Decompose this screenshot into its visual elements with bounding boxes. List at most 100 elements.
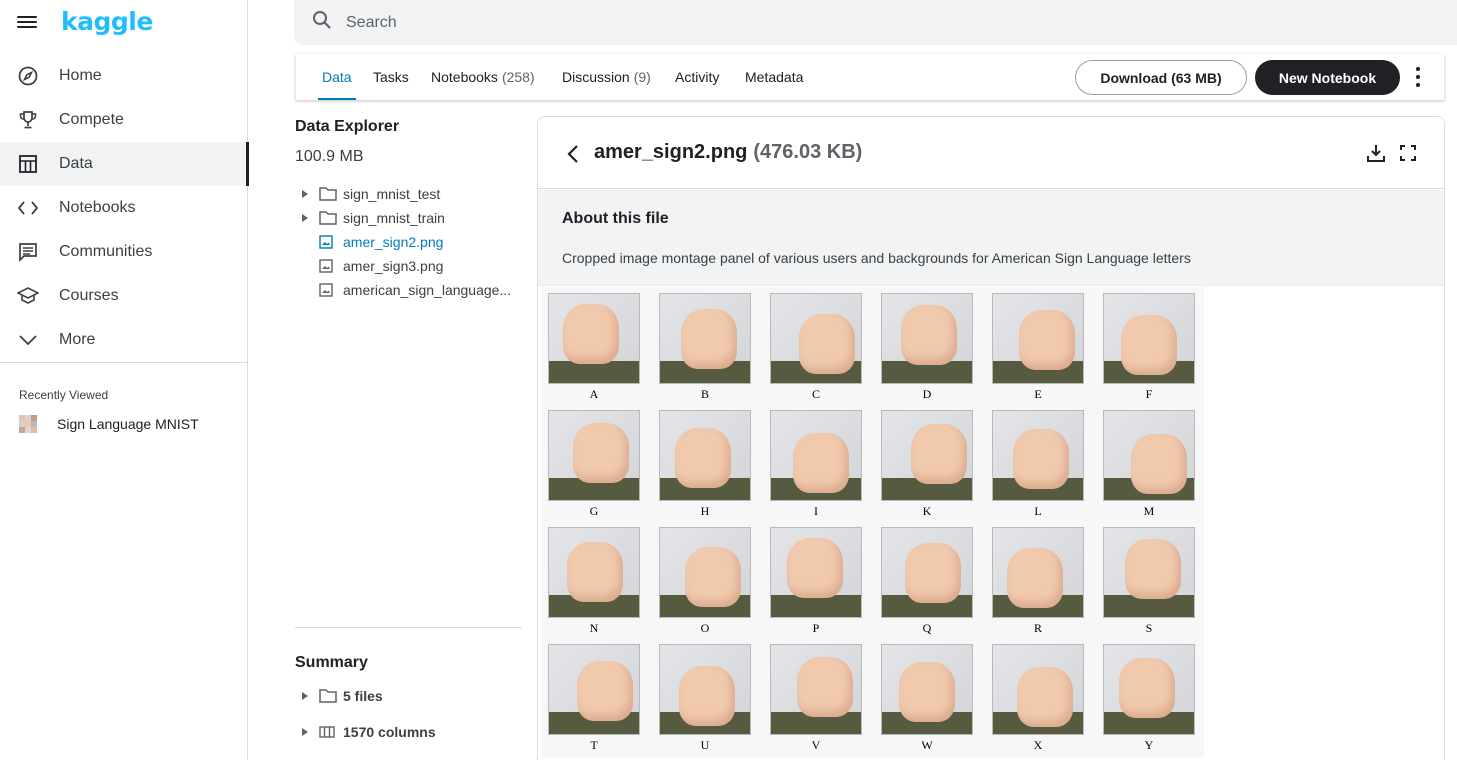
file-tree-item[interactable]: sign_mnist_train	[295, 206, 523, 230]
letter-label: W	[921, 738, 933, 752]
montage-cell: S	[1103, 527, 1195, 635]
hand-sign-image	[770, 527, 862, 618]
kaggle-logo[interactable]: kaggle	[61, 7, 153, 36]
file-tree-item[interactable]: amer_sign3.png	[295, 254, 523, 278]
tab-label: Tasks	[373, 69, 409, 85]
tab-count: (258)	[501, 69, 535, 85]
back-arrow-icon[interactable]	[566, 144, 582, 164]
montage-cell: U	[659, 644, 751, 752]
montage-cell: W	[881, 644, 973, 752]
letter-label: O	[700, 621, 710, 635]
hand-sign-image	[770, 293, 862, 384]
montage-cell: B	[659, 293, 751, 401]
letter-label: C	[811, 387, 820, 401]
hand-sign-image	[548, 527, 640, 618]
caret-right-icon[interactable]	[297, 728, 313, 736]
menu-icon[interactable]	[17, 13, 37, 31]
montage-cell: F	[1103, 293, 1195, 401]
tab-notebooks[interactable]: Notebooks (258)	[431, 54, 535, 100]
sidebar-item-compete[interactable]: Compete	[0, 98, 248, 142]
montage-cell: E	[992, 293, 1084, 401]
file-tree-item[interactable]: american_sign_language...	[295, 278, 523, 302]
caret-right-icon[interactable]	[297, 214, 313, 222]
file-preview-panel: amer_sign2.png (476.03 KB) About this fil…	[537, 116, 1445, 760]
hand-sign-image	[770, 410, 862, 501]
image-file-icon	[319, 283, 337, 297]
fullscreen-icon[interactable]	[1400, 145, 1418, 163]
more-options-icon[interactable]	[1412, 67, 1424, 87]
compass-icon	[17, 65, 39, 87]
summary-files-label: 5 files	[343, 688, 383, 704]
left-sidebar: kaggle Home Compete Data Notebooks Commu…	[0, 0, 249, 760]
chevron-down-icon	[17, 329, 39, 351]
search-bar[interactable]	[294, 0, 1457, 45]
sidebar-item-data[interactable]: Data	[0, 142, 249, 186]
sidebar-divider	[0, 362, 247, 363]
file-tree-item-selected[interactable]: amer_sign2.png	[295, 230, 523, 254]
caret-right-icon[interactable]	[297, 190, 313, 198]
tab-label: Notebooks	[431, 69, 498, 85]
hand-sign-image	[1103, 527, 1195, 618]
montage-cell: M	[1103, 410, 1195, 518]
school-icon	[17, 285, 39, 307]
tab-count: (9)	[633, 69, 651, 85]
sidebar-item-label: Communities	[59, 243, 153, 260]
hand-sign-image	[770, 644, 862, 735]
tab-tasks[interactable]: Tasks	[373, 54, 409, 100]
tab-discussion[interactable]: Discussion (9)	[562, 54, 651, 100]
montage-cell: D	[881, 293, 973, 401]
download-button[interactable]: Download (63 MB)	[1075, 60, 1247, 95]
search-icon	[312, 10, 332, 35]
download-icon[interactable]	[1367, 144, 1387, 164]
sidebar-item-label: Home	[59, 67, 102, 84]
new-notebook-button[interactable]: New Notebook	[1255, 60, 1400, 95]
tab-activity[interactable]: Activity	[675, 54, 719, 100]
montage-cell: Y	[1103, 644, 1195, 752]
hand-sign-image	[659, 527, 751, 618]
recent-item[interactable]: Sign Language MNIST	[19, 415, 199, 433]
file-tree-item[interactable]: sign_mnist_test	[295, 182, 523, 206]
sidebar-item-label: Courses	[59, 287, 119, 304]
about-file-section: About this file Cropped image montage pa…	[538, 190, 1444, 286]
hand-sign-image	[881, 293, 973, 384]
sidebar-item-communities[interactable]: Communities	[0, 230, 248, 274]
sidebar-item-home[interactable]: Home	[0, 54, 248, 98]
summary-columns-row[interactable]: 1570 columns	[295, 714, 523, 750]
hand-sign-image	[548, 293, 640, 384]
caret-right-icon[interactable]	[297, 692, 313, 700]
summary-columns-label: 1570 columns	[343, 724, 436, 740]
comments-icon	[17, 241, 39, 263]
letter-label: U	[700, 738, 710, 752]
file-tree-label: sign_mnist_train	[343, 210, 445, 226]
sidebar-item-more[interactable]: More	[0, 318, 248, 362]
hand-sign-image	[659, 410, 751, 501]
hand-sign-image	[992, 410, 1084, 501]
sidebar-item-notebooks[interactable]: Notebooks	[0, 186, 248, 230]
about-file-title: About this file	[562, 210, 669, 227]
tab-label: Activity	[675, 69, 720, 85]
letter-label: R	[1033, 621, 1042, 635]
search-input[interactable]	[346, 13, 946, 32]
hand-sign-image	[992, 527, 1084, 618]
tab-label: Metadata	[745, 69, 804, 85]
image-file-icon	[319, 235, 337, 249]
montage-cell: A	[548, 293, 640, 401]
tab-label: Discussion	[562, 69, 630, 85]
image-file-icon	[319, 259, 337, 273]
recent-item-label: Sign Language MNIST	[57, 416, 199, 432]
sidebar-item-courses[interactable]: Courses	[0, 274, 248, 318]
sidebar-item-label: Notebooks	[59, 199, 136, 216]
letter-label: A	[589, 387, 599, 401]
hand-sign-image	[1103, 293, 1195, 384]
montage-cell: C	[770, 293, 862, 401]
hand-sign-image	[1103, 410, 1195, 501]
montage-cell: V	[770, 644, 862, 752]
tab-metadata[interactable]: Metadata	[745, 54, 803, 100]
letter-label: N	[589, 621, 599, 635]
file-size: (476.03 KB)	[753, 141, 863, 163]
letter-label: T	[590, 738, 598, 752]
tab-data[interactable]: Data	[318, 54, 356, 100]
summary-files-row[interactable]: 5 files	[295, 678, 523, 714]
hand-sign-image	[548, 644, 640, 735]
tab-label: Data	[322, 69, 352, 85]
